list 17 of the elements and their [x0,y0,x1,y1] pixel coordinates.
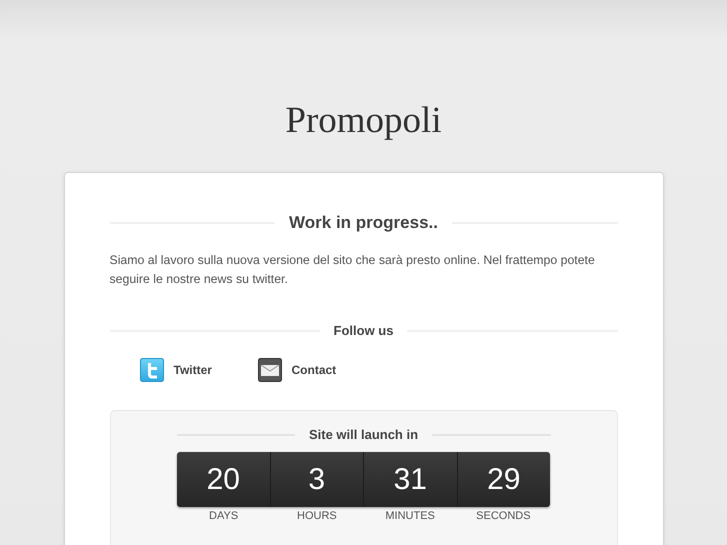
envelope-icon [258,358,282,382]
twitter-link[interactable]: Twitter [140,358,258,382]
contact-link[interactable]: Contact [258,358,376,382]
countdown-digit: 29 [456,452,550,507]
countdown-title: Site will launch in [308,427,418,442]
site-title: Promopoli [285,100,442,141]
unit-label: DAYS [208,510,240,522]
intro-paragraph: Siamo al lavoro sulla nuova versione del sito che sarà presto online. Nel frattempo potete seguire le nostre news su twitter. [110,252,596,288]
countdown-digit: 31 [363,452,456,507]
unit-label: HOURS [296,510,338,522]
countdown-digit: 20 [206,462,241,498]
bird-icon [140,358,164,382]
unit-label: MINUTES [384,510,436,522]
section-heading: Work in progress.. [289,213,438,233]
unit-label: SECONDS [475,510,532,522]
countdown-digit: 3 [270,452,363,507]
section-heading: Follow us [334,323,394,338]
